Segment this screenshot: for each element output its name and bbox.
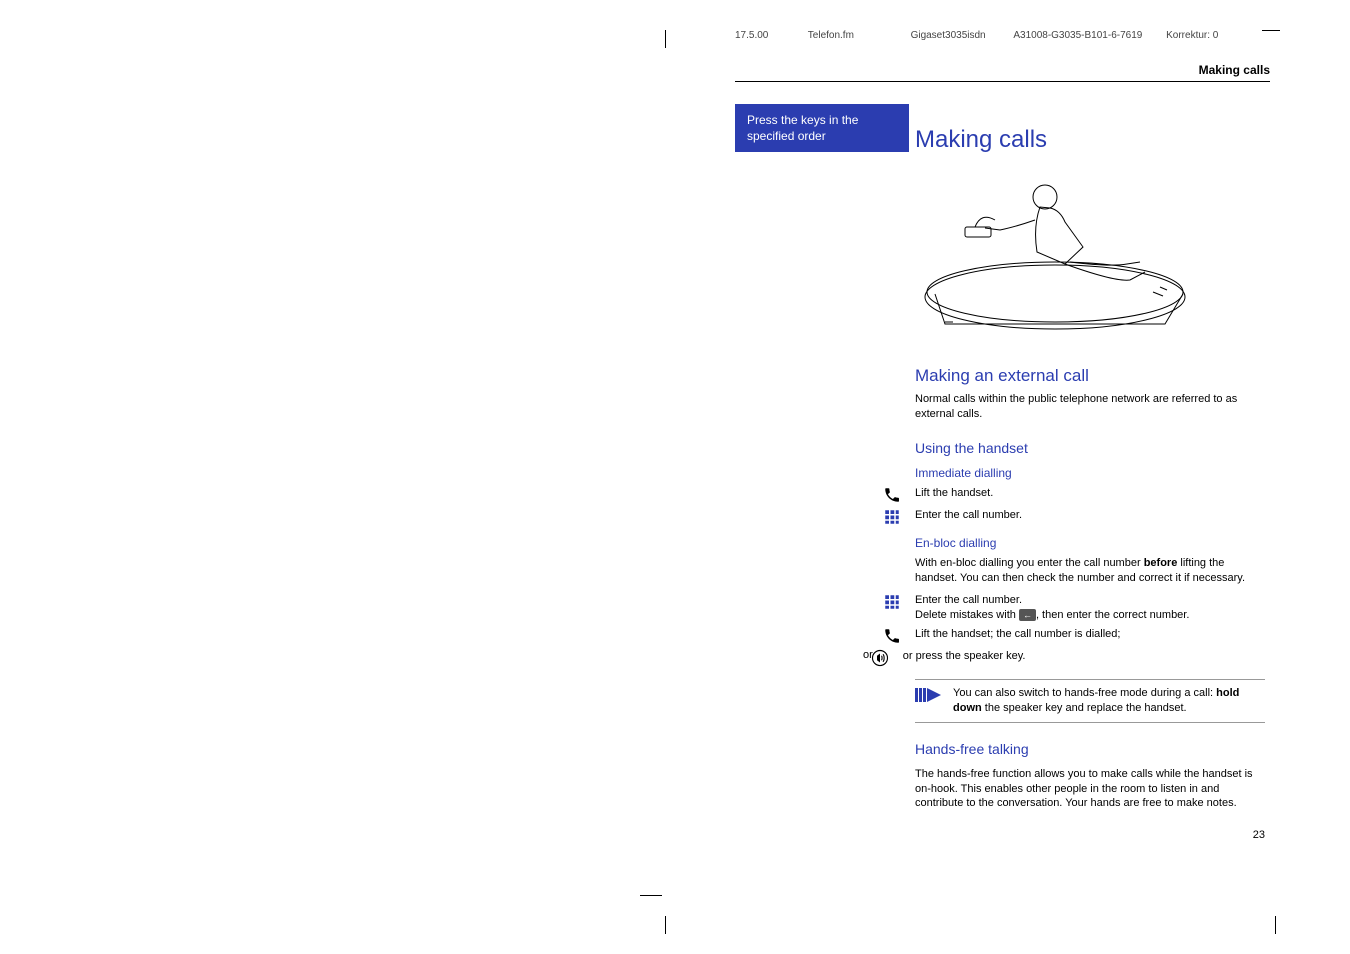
backspace-key-icon: ← (1019, 609, 1036, 621)
text-hands-free-body: The hands-free function allows you to ma… (915, 767, 1265, 812)
header-partno: A31008-G3035-B101-6-7619 (1013, 30, 1163, 41)
man-calling-illustration (915, 172, 1265, 342)
text-press-speaker: or press the speaker key. (903, 649, 1265, 664)
keypad-icon (881, 508, 903, 526)
text-external-call-body: Normal calls within the public telephone… (915, 392, 1265, 422)
heading-external-call: Making an external call (915, 366, 1265, 386)
instruction-tip-box: Press the keys in the specified order (735, 104, 909, 152)
page-header-title: Making calls (735, 63, 1270, 82)
header-model: Gigaset3035isdn (911, 30, 1011, 41)
keypad-icon (881, 593, 903, 611)
header-date: 17.5.00 (735, 30, 805, 41)
heading-immediate-dialling: Immediate dialling (915, 466, 1265, 480)
speaker-key-icon (869, 649, 891, 667)
header-korrektur: Korrektur: 0 (1166, 30, 1218, 41)
lift-handset-icon (881, 627, 903, 645)
lift-handset-icon (881, 486, 903, 504)
text-lift-handset: Lift the handset. (915, 486, 1265, 501)
page-number: 23 (915, 829, 1265, 841)
print-header: 17.5.00 Telefon.fm Gigaset3035isdn A3100… (735, 30, 1270, 41)
header-file: Telefon.fm (808, 30, 908, 41)
info-note: You can also switch to hands-free mode d… (915, 679, 1265, 723)
text-enter-number-2: Enter the call number. Delete mistakes w… (915, 593, 1265, 623)
heading-enbloc-dialling: En-bloc dialling (915, 536, 1265, 550)
heading-making-calls: Making calls (915, 126, 1265, 154)
heading-using-handset: Using the handset (915, 440, 1265, 456)
note-text: You can also switch to hands-free mode d… (953, 686, 1265, 716)
text-enter-number-1: Enter the call number. (915, 508, 1265, 523)
note-arrow-icon (915, 686, 943, 716)
text-lift-handset-dial: Lift the handset; the call number is dia… (915, 627, 1265, 642)
text-enbloc-intro: With en-bloc dialling you enter the call… (915, 556, 1265, 586)
heading-hands-free: Hands-free talking (915, 741, 1265, 757)
